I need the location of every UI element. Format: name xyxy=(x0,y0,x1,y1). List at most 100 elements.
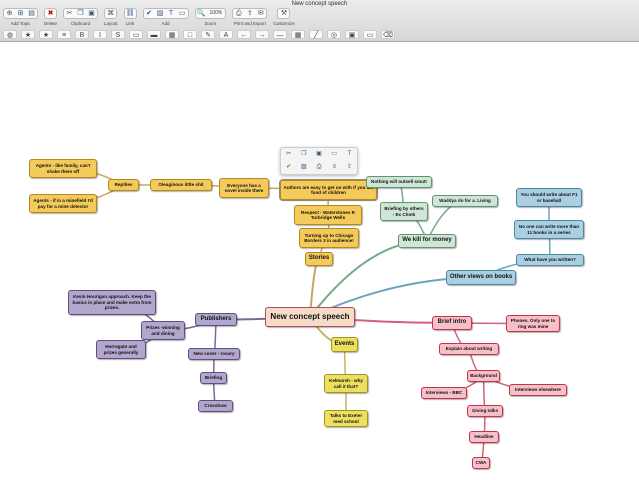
export-icon[interactable]: ⇪ xyxy=(342,161,357,174)
topic-talks[interactable]: Giving talks xyxy=(467,405,503,417)
topic-authors[interactable]: Authors are easy to get on with if you a… xyxy=(279,179,378,201)
topic-reptiles[interactable]: Reptiles xyxy=(108,179,139,191)
style-icon[interactable]: ▣ xyxy=(345,30,359,39)
image-icon[interactable]: ▨ xyxy=(155,9,166,18)
add-topic-icon[interactable]: ⊕ xyxy=(4,9,15,18)
align-icon[interactable]: ≡ xyxy=(57,30,71,39)
toolbar-group: ✂ ❐ ▣ Clipboard xyxy=(63,8,99,26)
text-icon[interactable]: T xyxy=(342,148,357,161)
topic-stories[interactable]: Stories xyxy=(305,252,333,266)
note-icon[interactable]: ▭ xyxy=(363,30,377,39)
theme-icon[interactable]: ◍ xyxy=(3,30,17,39)
topic-briefing_others[interactable]: Briefing by others - Ex Chmb xyxy=(380,202,428,221)
list-icon[interactable]: ≡ xyxy=(327,161,342,174)
topic-oleag[interactable]: Oleaginous little shit xyxy=(150,179,212,191)
button-group: ⊕ ⊞ ▤ xyxy=(3,8,38,19)
image-icon[interactable]: ▨ xyxy=(296,161,311,174)
grid-icon[interactable]: ▦ xyxy=(291,30,305,39)
topic-horrogate[interactable]: Horrogate and prizes generally xyxy=(96,340,146,359)
topic-events[interactable]: Events xyxy=(331,337,358,352)
shape-icon[interactable]: ▭ xyxy=(129,30,143,39)
star-icon[interactable]: ★ xyxy=(21,30,35,39)
star-add-icon[interactable]: ★ xyxy=(39,30,53,39)
topic-exeter[interactable]: Talks to Exeter med school xyxy=(324,410,368,427)
color-wheel-icon[interactable]: ◎ xyxy=(327,30,341,39)
arrow-right-icon[interactable]: → xyxy=(255,30,269,39)
italic-icon[interactable]: I xyxy=(93,30,107,39)
topic-prizes[interactable]: Prizes -winning and dining xyxy=(141,321,185,340)
topic-explain[interactable]: Explain about writing xyxy=(439,343,499,355)
window-title: New concept speech xyxy=(291,1,348,7)
customize-icon[interactable]: ⚒ xyxy=(278,9,289,18)
toolbar-group-label: Customize xyxy=(273,21,295,26)
share-icon[interactable]: ✉ xyxy=(255,9,266,18)
zoom-value[interactable]: 100% xyxy=(207,9,226,18)
strike-icon[interactable]: S xyxy=(111,30,125,39)
topic-money[interactable]: We kill for money xyxy=(398,234,456,248)
button-group: ✔ ▨ T ▭ xyxy=(142,8,189,19)
font-color-icon[interactable]: A xyxy=(219,30,233,39)
topic-everyone[interactable]: Everyone has a novel inside them xyxy=(219,178,269,198)
note-icon[interactable]: ▭ xyxy=(327,148,342,161)
cut-icon[interactable]: ✂ xyxy=(281,148,296,161)
topic-intro[interactable]: Brief intro xyxy=(432,316,472,330)
text-icon[interactable]: T xyxy=(166,9,177,18)
topic-publishers[interactable]: Publishers xyxy=(195,313,237,326)
topic-briefing[interactable]: Briefing xyxy=(200,372,227,384)
toolbar-group-label: Layout xyxy=(104,21,118,26)
topic-bbc[interactable]: Interviews - BBC xyxy=(421,387,467,399)
topic-crossbow[interactable]: Crossbow xyxy=(198,400,233,412)
line-style-icon[interactable]: ▬ xyxy=(147,30,161,39)
copy-icon[interactable]: ❐ xyxy=(296,148,311,161)
topic-views[interactable]: Other views on books xyxy=(446,270,516,285)
pen-icon[interactable]: ✎ xyxy=(201,30,215,39)
topic-headline[interactable]: Headline xyxy=(469,431,499,443)
topic-kelmarsh[interactable]: Kelmarsh - why call it that? xyxy=(324,374,368,393)
delete-icon[interactable]: ✖ xyxy=(45,9,56,18)
topic-noone[interactable]: No one can write more than 11 books in a… xyxy=(514,220,584,239)
export-icon[interactable]: ⇪ xyxy=(244,9,255,18)
copy-icon[interactable]: ❐ xyxy=(75,9,86,18)
topic-cwa[interactable]: CWA xyxy=(472,457,490,469)
print-icon[interactable]: ⎙ xyxy=(233,9,244,18)
add-callout-icon[interactable]: ▤ xyxy=(26,9,37,18)
toolbar-group: ⌘ Layout xyxy=(104,8,118,26)
mindmap-canvas[interactable]: New concept speech Stories Turning up to C… xyxy=(0,43,639,480)
border-icon[interactable]: □ xyxy=(183,30,197,39)
topic-agents1[interactable]: Agents - like family, can't shake them o… xyxy=(29,159,97,178)
topic-nothing[interactable]: Nothing will outsell smut! xyxy=(366,176,432,188)
button-group: ⚒ xyxy=(277,8,291,19)
task-icon[interactable]: ✔ xyxy=(144,9,155,18)
topic-waddya[interactable]: Waddya do for a. Living xyxy=(432,195,498,207)
zoom-icon[interactable]: 🔍 xyxy=(196,9,207,18)
paste-icon[interactable]: ▣ xyxy=(86,9,97,18)
topic-respect[interactable]: Respect - Waterstones R Turbridge Wells xyxy=(294,205,362,225)
note-icon[interactable]: ▭ xyxy=(177,9,188,18)
topic-agents2[interactable]: Agents - if in a minefield I'd pay for a… xyxy=(29,194,97,213)
fill-icon[interactable]: ▦ xyxy=(165,30,179,39)
topic-turning[interactable]: Turning up to Chicago Borders 3 in audie… xyxy=(299,228,359,248)
link-icon[interactable]: ⛓ xyxy=(125,9,136,18)
format-toolbar: ◍ ★ ★ ≡ B I S ▭ ▬ ▦ □ ✎ A ← → — ▦ ╱ ◎ ▣ ▭ ⌫ xyxy=(3,30,395,39)
topic-elsewhere[interactable]: Interviews elsewhere xyxy=(509,384,567,396)
add-subtopic-icon[interactable]: ⊞ xyxy=(15,9,26,18)
topic-f1[interactable]: You should write about F1 or baseball xyxy=(516,188,582,207)
toolbar-group: ⊕ ⊞ ▤ Add Topic xyxy=(3,8,38,26)
topic-background[interactable]: Background xyxy=(467,370,500,382)
eraser-icon[interactable]: ⌫ xyxy=(381,30,395,39)
topic-root[interactable]: New concept speech xyxy=(265,307,355,327)
topic-kevin[interactable]: Kevin Hourigan approach. Keep the basics… xyxy=(68,290,156,315)
button-group: ⌘ xyxy=(104,8,118,19)
topic-phones[interactable]: Phones. Only one to ring was mine xyxy=(506,315,560,332)
task-icon[interactable]: ✔ xyxy=(281,161,296,174)
layout-icon[interactable]: ⌘ xyxy=(105,9,116,18)
line-icon[interactable]: — xyxy=(273,30,287,39)
slash-icon[interactable]: ╱ xyxy=(309,30,323,39)
arrow-left-icon[interactable]: ← xyxy=(237,30,251,39)
topic-written[interactable]: What have you written? xyxy=(516,254,584,266)
topic-newcover[interactable]: New cover - rosary xyxy=(188,348,240,360)
paste-icon[interactable]: ▣ xyxy=(311,148,326,161)
bold-icon[interactable]: B xyxy=(75,30,89,39)
cut-icon[interactable]: ✂ xyxy=(64,9,75,18)
print-icon[interactable]: ⎙ xyxy=(311,161,326,174)
